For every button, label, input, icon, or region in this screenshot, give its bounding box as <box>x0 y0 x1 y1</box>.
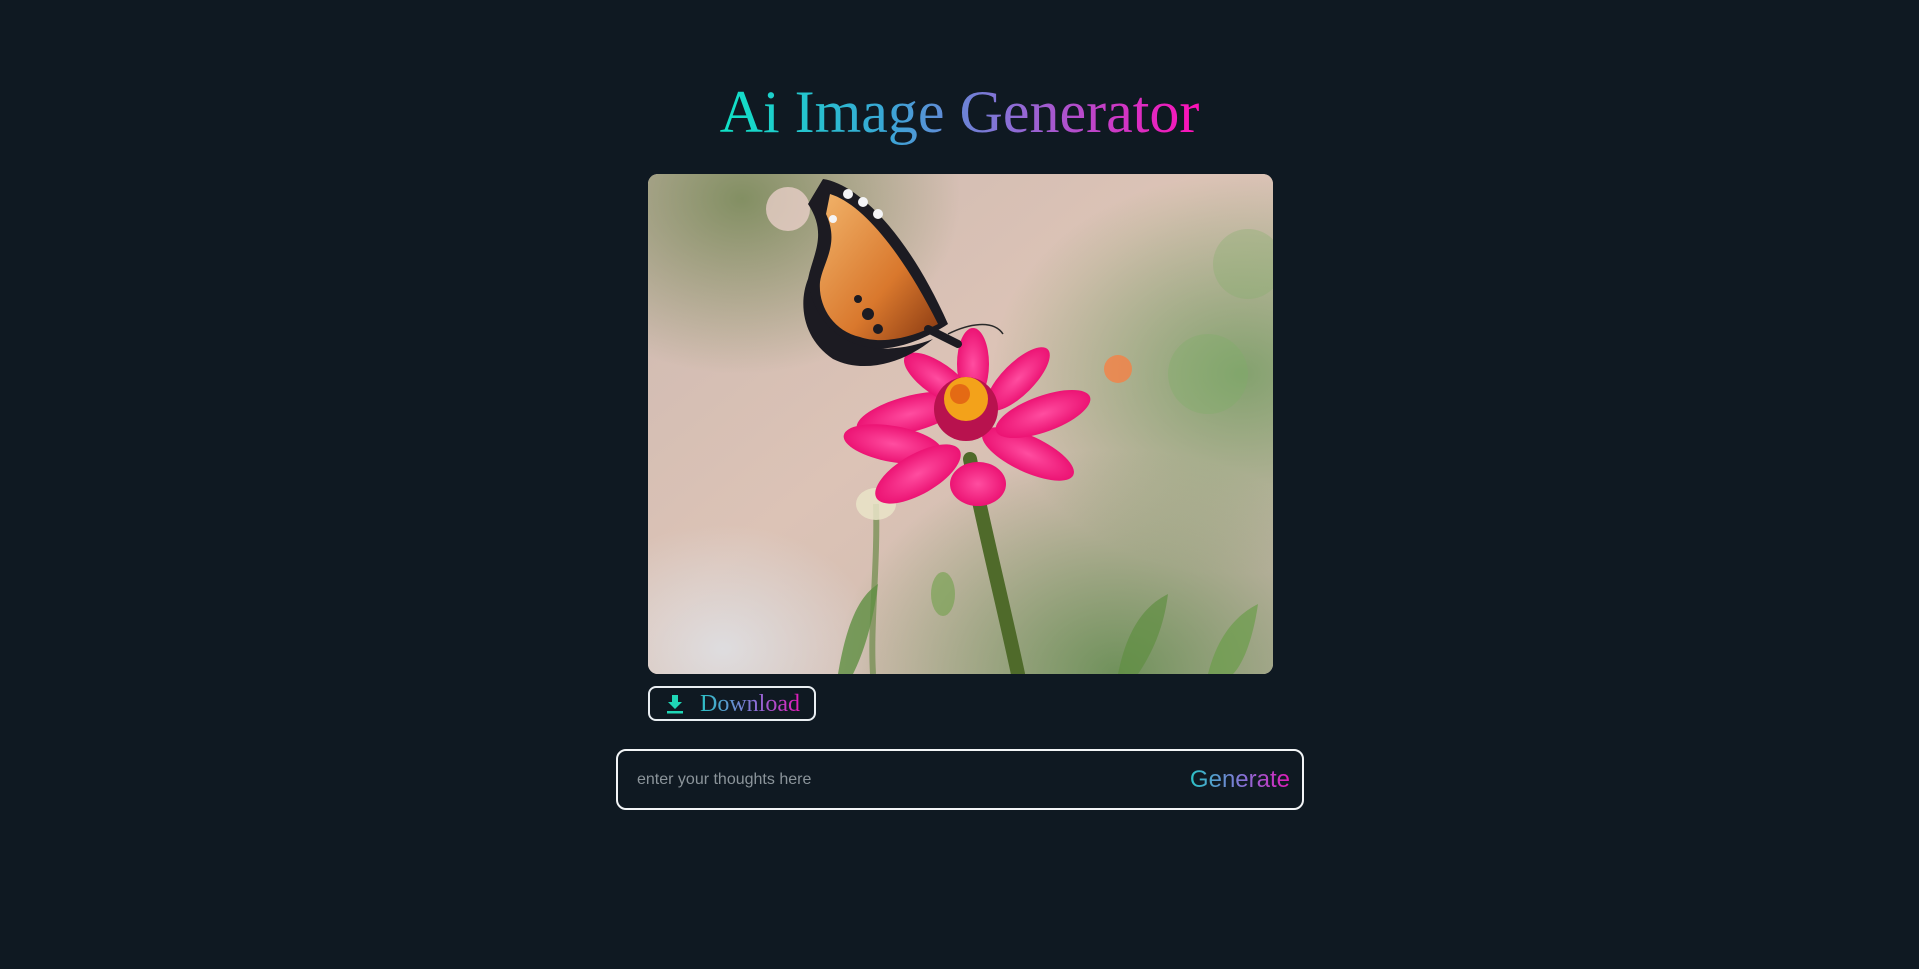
page-title: Ai Image Generator <box>0 72 1919 152</box>
download-icon <box>664 693 686 715</box>
app-root: Ai Image Generator Download enter your t… <box>0 0 1919 969</box>
generated-image <box>648 174 1273 674</box>
generate-label: Generate <box>1189 765 1290 793</box>
generated-image-graphic <box>648 174 1273 674</box>
prompt-input[interactable] <box>618 750 1180 809</box>
download-label: Download <box>700 690 800 717</box>
generate-button[interactable]: Generate <box>1180 766 1302 794</box>
prompt-bar: Generate <box>616 749 1304 810</box>
download-button[interactable]: Download <box>648 686 816 721</box>
page-title-text: Ai Image Generator <box>719 79 1200 145</box>
